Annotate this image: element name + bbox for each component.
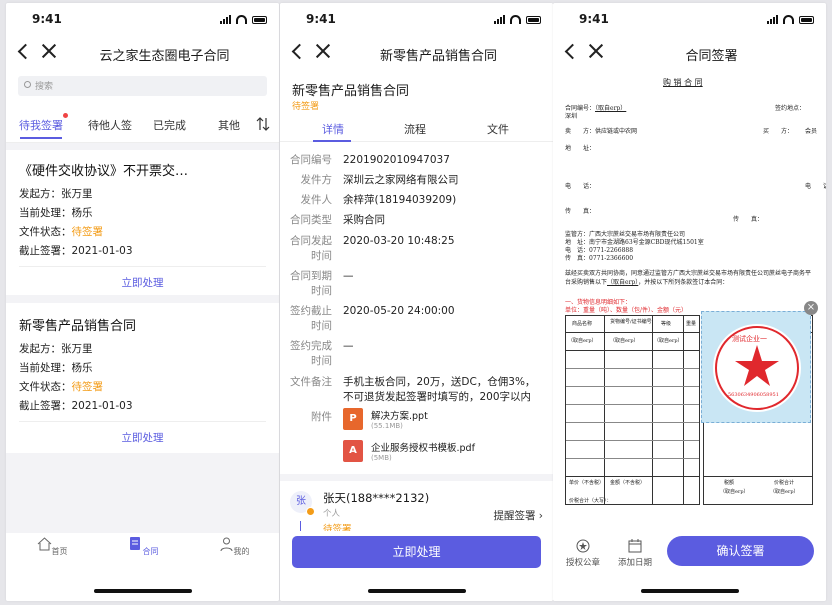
- list-item[interactable]: 《硬件交收协议》不开票交… 发起方：张万里 当前处理：杨乐 文件状态：待签署 截…: [6, 150, 279, 295]
- home-indicator: [641, 589, 739, 593]
- tab-flow[interactable]: 流程: [404, 121, 426, 137]
- remind-sign-button[interactable]: 提醒签署 ›: [493, 508, 543, 523]
- unread-dot: [63, 113, 68, 118]
- battery-icon: [252, 15, 267, 24]
- search-icon: [24, 81, 31, 88]
- contract-document[interactable]: 购 销 合 同 合同编号：（取自erp） 签约地点： 深圳 卖 方：供应链或中农…: [553, 71, 826, 537]
- status-badge: 待签署: [71, 381, 104, 393]
- active-tab-indicator: [313, 140, 351, 142]
- nav-bar: 云之家生态圈电子合同: [6, 35, 279, 71]
- process-button[interactable]: 立即处理: [6, 430, 279, 445]
- ppt-file-icon: P: [343, 408, 363, 430]
- back-icon[interactable]: [564, 43, 581, 60]
- add-date-button[interactable]: 添加日期: [613, 539, 657, 568]
- contract-title: 新零售产品销售合同: [19, 319, 137, 334]
- home-icon: [37, 537, 51, 551]
- signal-icon: [220, 15, 231, 24]
- close-icon[interactable]: [41, 43, 57, 59]
- contract-icon: [129, 537, 140, 550]
- pending-icon: [306, 507, 315, 516]
- contract-list-screen: 9:41 云之家生态圈电子合同 搜索 待我签署 待他人签 已完成 其他 《硬件交…: [6, 3, 279, 601]
- page-title: 新零售产品销售合同: [379, 49, 497, 64]
- process-now-button[interactable]: 立即处理: [292, 536, 541, 568]
- calendar-icon: [628, 539, 642, 553]
- signer-name: 张天(188****2132): [323, 491, 430, 505]
- attachment-ppt[interactable]: P 解决方案.ppt (55.1MB): [343, 408, 428, 430]
- seal-icon: [576, 539, 590, 553]
- tab-contract[interactable]: 合同: [113, 537, 173, 557]
- page-title: 合同签署: [685, 49, 738, 64]
- attachment-pdf[interactable]: A 企业服务授权书模板.pdf (5MB): [343, 440, 475, 462]
- signal-icon: [494, 15, 505, 24]
- status-time: 9:41: [32, 12, 62, 26]
- process-button[interactable]: 立即处理: [6, 275, 279, 290]
- contract-title: 新零售产品销售合同: [292, 84, 410, 99]
- status-bar: 9:41: [6, 3, 279, 35]
- company-seal-icon: [713, 324, 801, 412]
- tab-pending-others[interactable]: 待他人签: [88, 117, 132, 133]
- battery-icon: [526, 15, 541, 24]
- status-badge: 待签署: [71, 226, 104, 238]
- close-icon[interactable]: [588, 43, 604, 59]
- goods-table: 商品名称 货物编号/证书编号 等级 重量 （取自erp） （取自erp） （取自…: [565, 315, 700, 505]
- page-title: 云之家生态圈电子合同: [99, 49, 230, 64]
- home-indicator: [94, 589, 192, 593]
- status-badge: 待签署: [292, 102, 320, 112]
- wifi-icon: [510, 15, 521, 24]
- pdf-file-icon: A: [343, 440, 363, 462]
- stamp-placement[interactable]: 测试企业一 5630634906058951: [701, 311, 811, 423]
- tab-me[interactable]: 我的: [204, 537, 264, 557]
- tab-home[interactable]: 首页: [22, 537, 82, 557]
- search-input[interactable]: 搜索: [18, 76, 267, 96]
- tab-completed[interactable]: 已完成: [153, 117, 186, 133]
- contract-sign-screen: 9:41 合同签署 购 销 合 同 合同编号：（取自erp） 签约地点： 深圳 …: [553, 3, 826, 601]
- tab-pending-me[interactable]: 待我签署: [19, 117, 63, 133]
- tab-other[interactable]: 其他: [218, 117, 240, 133]
- signer-row: 张 张天(188****2132) 个人 待签署 提醒签署 ›: [280, 481, 553, 537]
- list-item[interactable]: 新零售产品销售合同 发起方：张万里 当前处理：杨乐 文件状态：待签署 截止签署：…: [6, 303, 279, 453]
- detail-panel: 合同编号 2201902010947037 发件方 深圳云之家网络有限公司 发件人余…: [280, 140, 553, 474]
- wifi-icon: [236, 15, 247, 24]
- signal-icon: [767, 15, 778, 24]
- confirm-sign-button[interactable]: 确认签署: [667, 536, 814, 566]
- sort-icon[interactable]: [256, 117, 270, 131]
- home-indicator: [368, 589, 466, 593]
- battery-icon: [799, 15, 814, 24]
- status-tabs: 待我签署 待他人签 已完成 其他: [6, 105, 279, 143]
- contract-detail-screen: 9:41 新零售产品销售合同 新零售产品销售合同 待签署 详情 流程 文件 合同…: [280, 3, 553, 601]
- tab-details[interactable]: 详情: [322, 121, 344, 137]
- contract-title: 《硬件交收协议》不开票交…: [19, 164, 189, 179]
- close-icon[interactable]: [315, 43, 331, 59]
- remove-stamp-icon[interactable]: ×: [804, 301, 818, 315]
- bottom-tab-bar: 首页 合同 我的: [6, 533, 279, 569]
- user-icon: [220, 537, 232, 552]
- active-tab-indicator: [20, 137, 62, 139]
- authorize-seal-button[interactable]: 授权公章: [563, 539, 603, 568]
- wifi-icon: [783, 15, 794, 24]
- back-icon[interactable]: [17, 43, 34, 60]
- back-icon[interactable]: [291, 43, 308, 60]
- tab-files[interactable]: 文件: [487, 121, 509, 137]
